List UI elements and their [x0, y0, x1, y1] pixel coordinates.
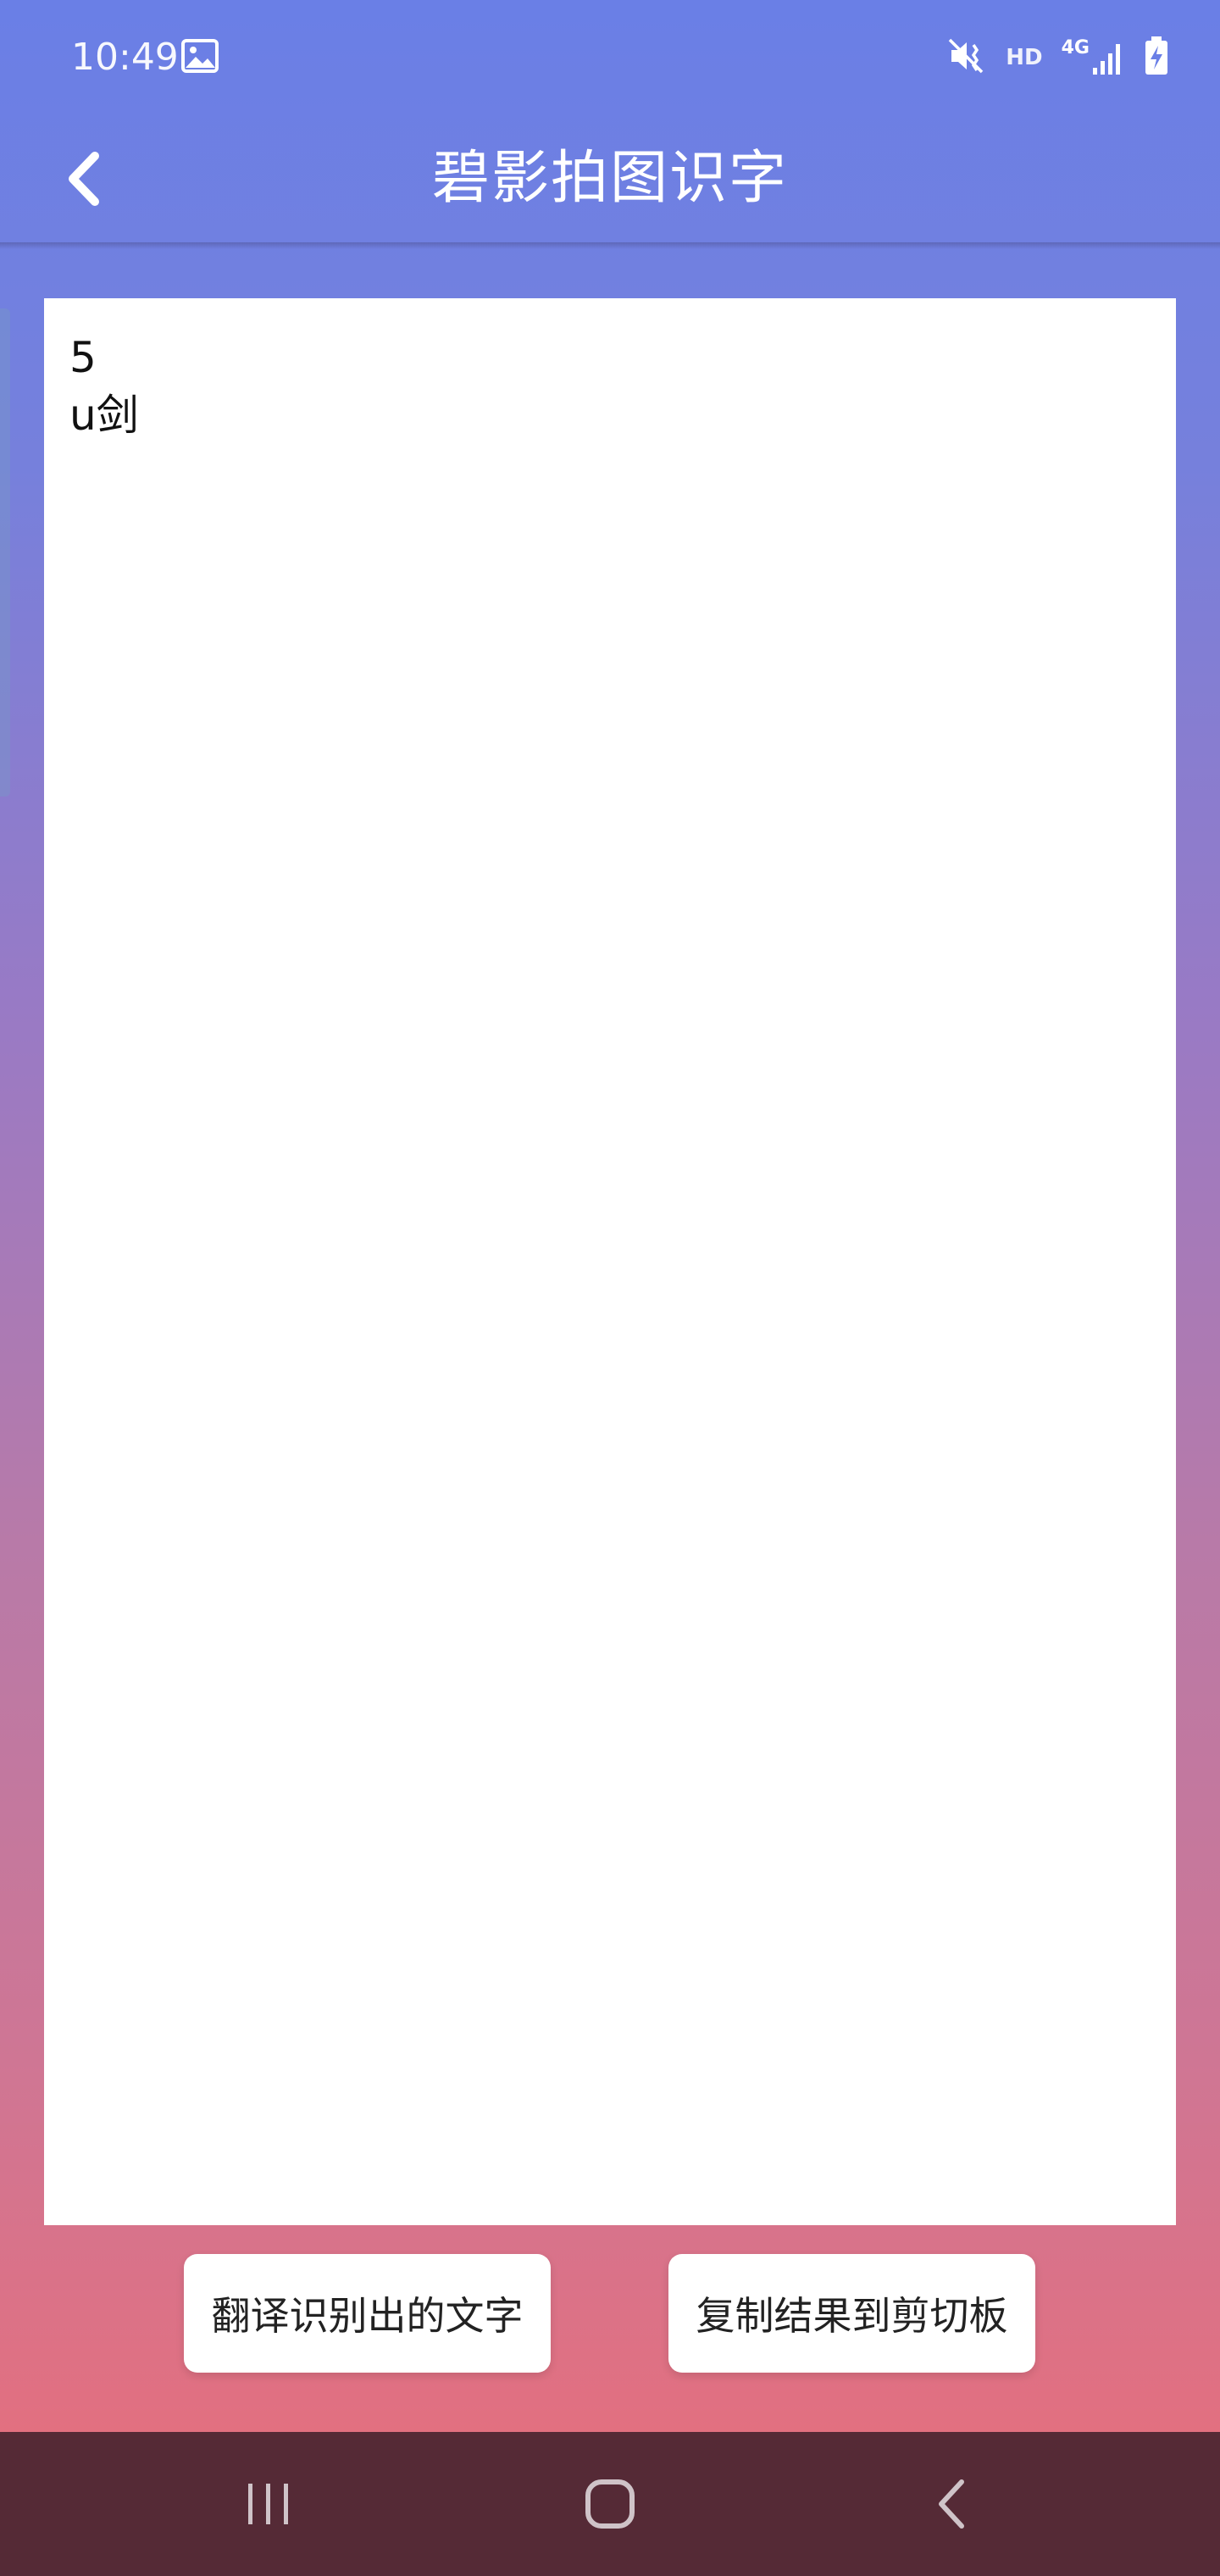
home-button[interactable]: [559, 2466, 661, 2542]
network-label: 4G: [1061, 37, 1090, 58]
back-icon: [939, 2479, 964, 2529]
copy-to-clipboard-button[interactable]: 复制结果到剪切板: [668, 2254, 1035, 2373]
translate-button[interactable]: 翻译识别出的文字: [184, 2254, 551, 2373]
gallery-icon: [181, 39, 219, 73]
ocr-result-text[interactable]: 5 u剑: [69, 329, 139, 444]
recents-button[interactable]: [218, 2466, 319, 2542]
app-bar-divider: [0, 242, 1220, 249]
status-bar: 10:49 HD 4G: [0, 0, 1220, 115]
system-back-button[interactable]: [901, 2466, 1002, 2542]
home-icon: [585, 2479, 635, 2529]
mute-vibrate-icon: [948, 36, 987, 79]
battery-charging-icon: [1144, 36, 1169, 80]
page-title: 碧影拍图识字: [431, 145, 788, 212]
side-drawer-handle[interactable]: [0, 308, 10, 797]
system-nav-bar: [0, 2432, 1220, 2576]
signal-icon: 4G: [1062, 39, 1125, 76]
status-icons: HD 4G: [948, 36, 1169, 80]
app-bar: 碧影拍图识字: [0, 115, 1220, 244]
status-time: 10:49: [71, 36, 179, 79]
recents-icon: [248, 2484, 288, 2524]
ocr-result-panel[interactable]: 5 u剑: [44, 298, 1176, 2225]
hd-badge: HD: [1006, 45, 1043, 70]
